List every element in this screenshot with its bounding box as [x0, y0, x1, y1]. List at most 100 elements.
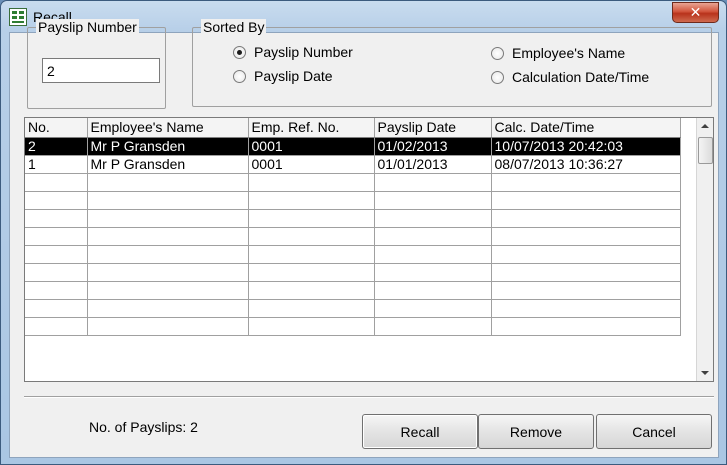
close-button[interactable]: ✕ — [672, 2, 719, 23]
table-row-empty — [25, 317, 681, 336]
cell-calc-datetime: 10/07/2013 20:42:03 — [491, 137, 681, 156]
table-row-empty — [25, 281, 681, 300]
cell-empty — [25, 245, 88, 264]
cell-empty — [87, 281, 249, 300]
column-header-no[interactable]: No. — [25, 118, 88, 138]
cell-empty — [248, 317, 375, 336]
cell-emp-ref-no: 0001 — [248, 137, 375, 156]
cell-empty — [25, 281, 88, 300]
cell-empty — [87, 227, 249, 246]
radio-payslip-date[interactable] — [233, 69, 246, 83]
payslip-count: No. of Payslips: 2 — [89, 419, 198, 435]
cell-empty — [491, 245, 681, 264]
table-header-row: No. Employee's Name Emp. Ref. No. Paysli… — [25, 118, 681, 138]
vertical-scrollbar[interactable] — [696, 118, 713, 381]
cell-empty — [491, 191, 681, 210]
cell-empty — [87, 209, 249, 228]
cell-empty — [25, 299, 88, 318]
scroll-down-arrow-icon[interactable] — [697, 364, 713, 381]
table-row[interactable]: 2 Mr P Gransden 0001 01/02/2013 10/07/20… — [25, 137, 681, 156]
cell-empty — [248, 227, 375, 246]
cell-empty — [248, 281, 375, 300]
spreadsheet-app-icon — [9, 8, 27, 26]
table-row[interactable]: 1 Mr P Gransden 0001 01/01/2013 08/07/20… — [25, 155, 681, 174]
cancel-button[interactable]: Cancel — [596, 414, 712, 449]
cell-empty — [491, 209, 681, 228]
cell-no: 1 — [25, 155, 88, 174]
cell-employee-name: Mr P Gransden — [87, 137, 249, 156]
table-row-empty — [25, 209, 681, 228]
cell-payslip-date: 01/02/2013 — [374, 137, 492, 156]
recall-window: Recall ✕ Payslip Number Sorted By Paysli… — [0, 0, 727, 465]
table-row-empty — [25, 299, 681, 318]
cell-empty — [491, 299, 681, 318]
cell-empty — [87, 263, 249, 282]
cell-empty — [248, 209, 375, 228]
payslip-count-label: No. of Payslips: — [89, 419, 187, 435]
sorted-by-label: Sorted By — [201, 19, 267, 35]
cell-empty — [87, 173, 249, 192]
table-row-empty — [25, 191, 681, 210]
payslip-number-input[interactable] — [42, 58, 160, 83]
cell-empty — [25, 317, 88, 336]
sort-calculation-datetime-label: Calculation Date/Time — [512, 69, 650, 85]
cell-empty — [248, 245, 375, 264]
cell-empty — [374, 173, 492, 192]
radio-calculation-datetime[interactable] — [491, 70, 504, 84]
cell-payslip-date: 01/01/2013 — [374, 155, 492, 174]
cell-empty — [25, 209, 88, 228]
sort-payslip-date-label: Payslip Date — [254, 68, 333, 84]
cell-empty — [87, 191, 249, 210]
column-header-employee-name[interactable]: Employee's Name — [87, 118, 249, 138]
cell-empty — [248, 173, 375, 192]
cell-empty — [491, 227, 681, 246]
cell-emp-ref-no: 0001 — [248, 155, 375, 174]
cell-empty — [374, 299, 492, 318]
sort-employee-name-label: Employee's Name — [512, 45, 626, 61]
cell-empty — [25, 191, 88, 210]
sort-calculation-datetime-option[interactable]: Calculation Date/Time — [491, 69, 649, 85]
payslips-table: No. Employee's Name Emp. Ref. No. Paysli… — [25, 118, 681, 336]
column-header-payslip-date[interactable]: Payslip Date — [374, 118, 492, 138]
cell-empty — [374, 209, 492, 228]
cell-empty — [248, 299, 375, 318]
cell-calc-datetime: 08/07/2013 10:36:27 — [491, 155, 681, 174]
footer-divider — [24, 396, 714, 398]
payslip-count-value: 2 — [190, 419, 198, 435]
cell-empty — [491, 317, 681, 336]
cell-empty — [87, 317, 249, 336]
remove-button[interactable]: Remove — [478, 414, 594, 449]
cell-empty — [248, 191, 375, 210]
cell-empty — [87, 245, 249, 264]
cell-empty — [374, 191, 492, 210]
cell-empty — [87, 299, 249, 318]
table-row-empty — [25, 263, 681, 282]
sort-employee-name-option[interactable]: Employee's Name — [491, 45, 625, 61]
table-row-empty — [25, 245, 681, 264]
sorted-by-group: Sorted By Payslip Number Payslip Date Em… — [192, 19, 712, 107]
cell-employee-name: Mr P Gransden — [87, 155, 249, 174]
scrollbar-thumb[interactable] — [698, 137, 713, 164]
cell-no: 2 — [25, 137, 88, 156]
cell-empty — [374, 227, 492, 246]
dialog-client: Payslip Number Sorted By Payslip Number … — [9, 19, 719, 458]
payslips-grid[interactable]: No. Employee's Name Emp. Ref. No. Paysli… — [24, 117, 714, 382]
table-row-empty — [25, 173, 681, 192]
cell-empty — [491, 281, 681, 300]
sort-payslip-number-option[interactable]: Payslip Number — [233, 44, 353, 60]
scroll-up-arrow-icon[interactable] — [697, 118, 713, 135]
cell-empty — [374, 263, 492, 282]
cell-empty — [491, 263, 681, 282]
cell-empty — [374, 317, 492, 336]
cell-empty — [491, 173, 681, 192]
radio-payslip-number[interactable] — [233, 45, 246, 59]
cell-empty — [25, 227, 88, 246]
radio-employee-name[interactable] — [491, 46, 504, 60]
cell-empty — [25, 263, 88, 282]
recall-button[interactable]: Recall — [362, 414, 478, 449]
cell-empty — [248, 263, 375, 282]
cell-empty — [25, 173, 88, 192]
column-header-calc-datetime[interactable]: Calc. Date/Time — [491, 118, 681, 138]
sort-payslip-date-option[interactable]: Payslip Date — [233, 68, 333, 84]
column-header-emp-ref-no[interactable]: Emp. Ref. No. — [248, 118, 375, 138]
